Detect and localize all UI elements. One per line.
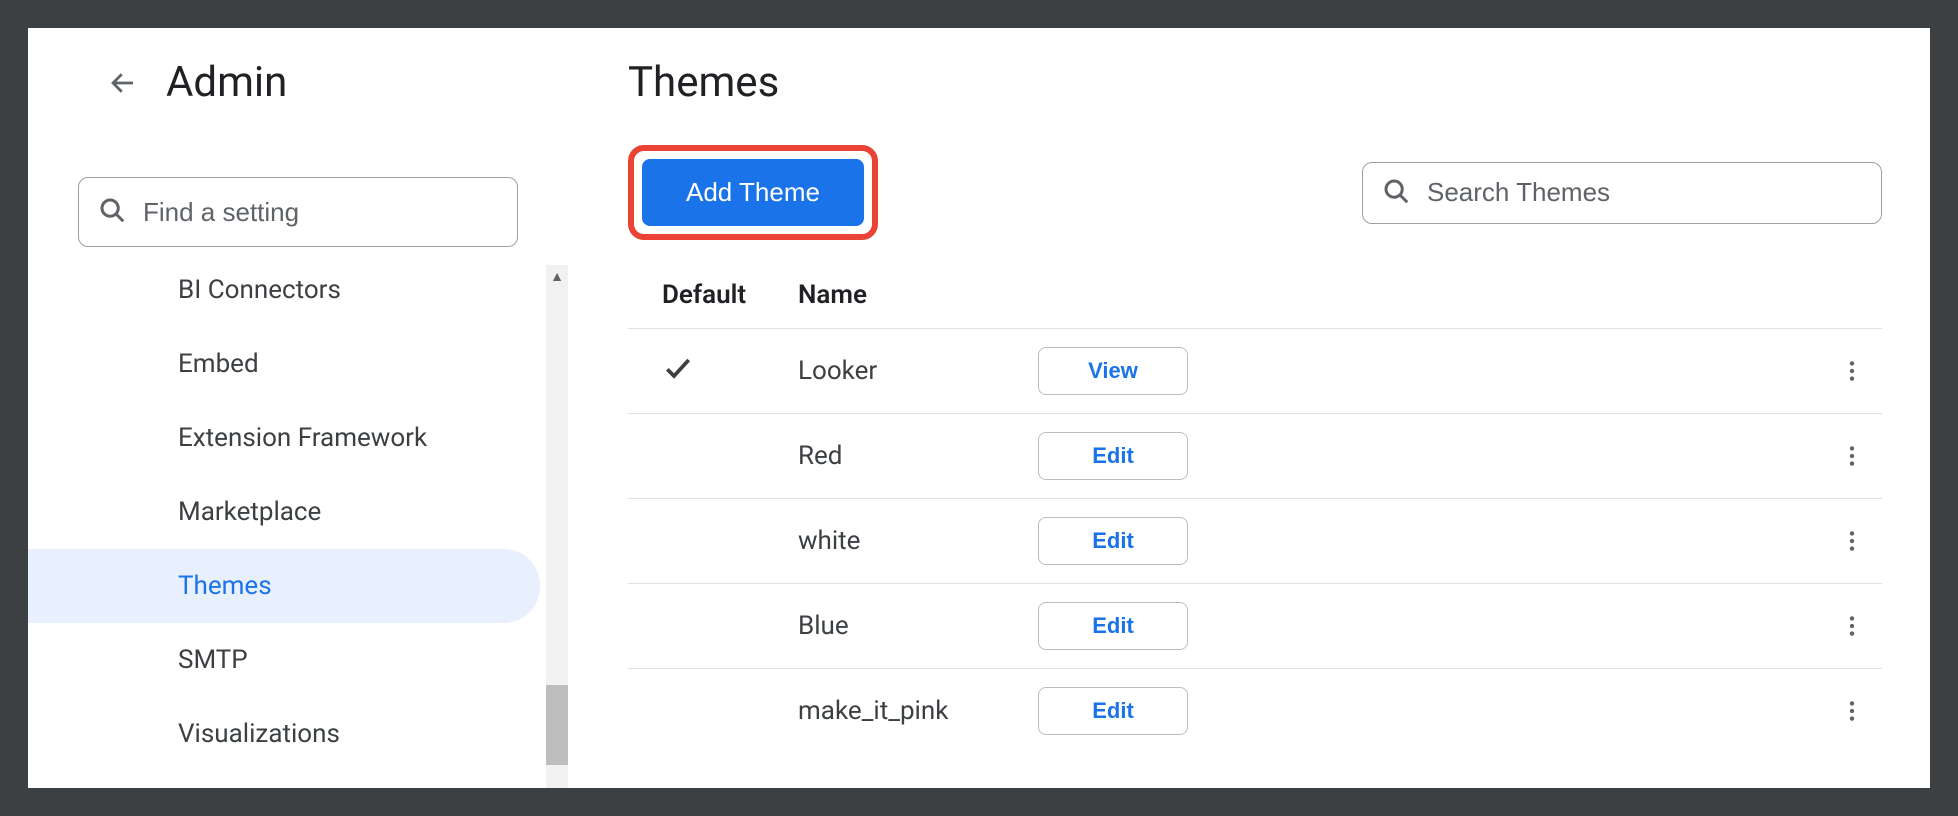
view-button[interactable]: View	[1038, 347, 1188, 395]
toolbar: Add Theme	[628, 145, 1882, 240]
kebab-icon[interactable]	[1839, 528, 1865, 554]
sidebar-item-extension-framework[interactable]: Extension Framework	[28, 401, 540, 475]
kebab-icon[interactable]	[1839, 613, 1865, 639]
search-icon	[1381, 176, 1411, 210]
scrollbar-thumb[interactable]	[546, 685, 568, 765]
sidebar-title: Admin	[166, 58, 287, 107]
sidebar-list: BI Connectors Embed Extension Framework …	[28, 265, 540, 771]
scrollbar-up-icon[interactable]: ▲	[546, 265, 568, 287]
edit-button[interactable]: Edit	[1038, 432, 1188, 480]
sidebar-item-visualizations[interactable]: Visualizations	[28, 697, 540, 771]
sidebar-item-smtp[interactable]: SMTP	[28, 623, 540, 697]
theme-name: Looker	[798, 356, 1038, 386]
add-theme-button[interactable]: Add Theme	[642, 159, 864, 226]
col-header-name: Name	[798, 280, 1038, 310]
theme-name: Red	[798, 441, 1038, 471]
check-icon	[662, 361, 694, 391]
table-row: make_it_pink Edit	[628, 668, 1882, 753]
kebab-icon[interactable]	[1839, 358, 1865, 384]
sidebar-header: Admin	[28, 58, 568, 135]
theme-name: make_it_pink	[798, 696, 1038, 726]
kebab-icon[interactable]	[1839, 698, 1865, 724]
sidebar-item-themes[interactable]: Themes	[28, 549, 540, 623]
kebab-icon[interactable]	[1839, 443, 1865, 469]
search-themes-input[interactable]	[1427, 177, 1863, 208]
sidebar: Admin BI Connectors Embed Extension Fram…	[28, 28, 568, 788]
edit-button[interactable]: Edit	[1038, 687, 1188, 735]
sidebar-item-bi-connectors[interactable]: BI Connectors	[28, 265, 540, 327]
back-arrow-icon[interactable]	[108, 68, 138, 98]
theme-name: white	[798, 526, 1038, 556]
sidebar-item-embed[interactable]: Embed	[28, 327, 540, 401]
table-row: Blue Edit	[628, 583, 1882, 668]
sidebar-item-marketplace[interactable]: Marketplace	[28, 475, 540, 549]
add-theme-highlight: Add Theme	[628, 145, 878, 240]
app-window: Admin BI Connectors Embed Extension Fram…	[28, 28, 1930, 788]
page-title: Themes	[628, 58, 1882, 107]
sidebar-search-input[interactable]	[143, 197, 499, 228]
sidebar-search[interactable]	[78, 177, 518, 247]
theme-name: Blue	[798, 611, 1038, 641]
col-header-default: Default	[628, 280, 798, 310]
default-cell	[628, 352, 798, 391]
scrollbar[interactable]: ▲	[546, 265, 568, 788]
search-themes[interactable]	[1362, 162, 1882, 224]
table-row: Red Edit	[628, 413, 1882, 498]
search-icon	[97, 195, 127, 229]
edit-button[interactable]: Edit	[1038, 602, 1188, 650]
sidebar-list-wrap: BI Connectors Embed Extension Framework …	[28, 265, 568, 788]
main-panel: Themes Add Theme Default Name	[568, 28, 1930, 788]
table-row: white Edit	[628, 498, 1882, 583]
table-row: Looker View	[628, 328, 1882, 413]
edit-button[interactable]: Edit	[1038, 517, 1188, 565]
table-header: Default Name	[628, 260, 1882, 328]
